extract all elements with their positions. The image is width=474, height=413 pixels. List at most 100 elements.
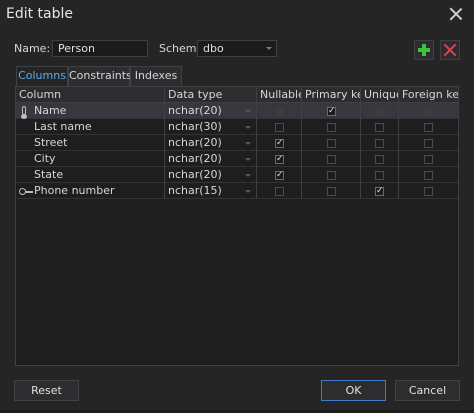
column-name-text: Name (34, 104, 67, 117)
key-icon (19, 185, 33, 197)
nullable-cell (257, 119, 302, 135)
data-type-cell[interactable]: nchar(15) (165, 183, 257, 199)
foreign-checkbox[interactable] (424, 139, 433, 148)
chevron-down-icon (245, 190, 251, 193)
column-name-cell[interactable]: City (16, 151, 165, 167)
nullable-checkbox[interactable] (275, 123, 284, 132)
table-row[interactable]: City nchar(20) ✓ (16, 151, 458, 167)
foreign-checkbox[interactable] (424, 107, 433, 116)
grid-header: Column Data type Nullable Primary key Un… (16, 87, 458, 103)
primary-checkbox[interactable] (327, 171, 336, 180)
table-row[interactable]: Name nchar(20) ✓ (16, 103, 458, 119)
data-type-cell[interactable]: nchar(30) (165, 119, 257, 135)
chevron-down-icon (245, 126, 251, 129)
primary-checkbox[interactable] (327, 187, 336, 196)
unique-cell (361, 167, 399, 183)
unique-checkbox[interactable] (375, 155, 384, 164)
header-foreign-key: Foreign key (402, 88, 458, 101)
foreign-cell (399, 183, 458, 199)
data-type-text: nchar(20) (168, 152, 222, 165)
foreign-cell (399, 167, 458, 183)
unique-cell: ✓ (361, 183, 399, 199)
primary-checkbox[interactable] (327, 155, 336, 164)
table-row[interactable]: Phone number nchar(15) ✓ (16, 183, 458, 199)
primary-cell: ✓ (302, 103, 361, 119)
unique-cell (361, 135, 399, 151)
nullable-cell: ✓ (257, 167, 302, 183)
data-type-cell[interactable]: nchar(20) (165, 167, 257, 183)
name-input[interactable]: Person (52, 40, 148, 57)
tab-columns[interactable]: Columns (16, 66, 68, 86)
add-column-button[interactable] (414, 40, 434, 60)
foreign-checkbox[interactable] (424, 123, 433, 132)
foreign-cell (399, 119, 458, 135)
unique-checkbox[interactable]: ✓ (375, 187, 384, 196)
data-type-cell[interactable]: nchar(20) (165, 151, 257, 167)
tab-indexes[interactable]: Indexes (130, 66, 182, 86)
ok-button[interactable]: OK (321, 380, 386, 401)
column-name-cell[interactable]: Phone number (16, 183, 165, 199)
tab-constraints[interactable]: Constraints (68, 66, 132, 86)
nullable-cell: ✓ (257, 151, 302, 167)
unique-checkbox[interactable] (375, 123, 384, 132)
column-name-cell[interactable]: Last name (16, 119, 165, 135)
data-type-text: nchar(20) (168, 136, 222, 149)
primary-cell (302, 135, 361, 151)
foreign-checkbox[interactable] (424, 171, 433, 180)
nullable-checkbox[interactable]: ✓ (275, 155, 284, 164)
unique-cell (361, 151, 399, 167)
reset-button[interactable]: Reset (14, 380, 79, 401)
nullable-checkbox[interactable]: ✓ (275, 139, 284, 148)
data-type-text: nchar(20) (168, 104, 222, 117)
chevron-down-icon (266, 47, 272, 50)
table-row[interactable]: Street nchar(20) ✓ (16, 135, 458, 151)
header-nullable: Nullable (257, 87, 302, 103)
primary-cell (302, 119, 361, 135)
primary-checkbox[interactable]: ✓ (327, 107, 336, 116)
cancel-button[interactable]: Cancel (395, 380, 460, 401)
primary-cell (302, 183, 361, 199)
name-label: Name: (14, 42, 51, 55)
data-type-text: nchar(15) (168, 184, 222, 197)
table-row[interactable]: Last name nchar(30) (16, 119, 458, 135)
header-data-type: Data type (165, 87, 257, 103)
nullable-cell (257, 103, 302, 119)
unique-cell (361, 119, 399, 135)
chevron-down-icon (245, 110, 251, 113)
column-name-text: State (34, 168, 64, 181)
plus-icon (418, 44, 430, 56)
column-name-text: Phone number (34, 184, 115, 197)
nullable-checkbox[interactable] (275, 107, 284, 116)
columns-panel: Column Data type Nullable Primary key Un… (15, 86, 459, 366)
close-icon[interactable] (446, 4, 466, 24)
column-name-text: Last name (34, 120, 92, 133)
schema-select[interactable]: dbo (197, 40, 277, 57)
column-name-cell[interactable]: Name (16, 103, 165, 119)
data-type-cell[interactable]: nchar(20) (165, 135, 257, 151)
data-type-cell[interactable]: nchar(20) (165, 103, 257, 119)
title-bar: Edit table (0, 0, 474, 32)
column-name-text: City (34, 152, 56, 165)
foreign-cell (399, 151, 458, 167)
foreign-checkbox[interactable] (424, 187, 433, 196)
schema-value: dbo (203, 42, 224, 55)
column-name-cell[interactable]: State (16, 167, 165, 183)
foreign-checkbox[interactable] (424, 155, 433, 164)
nullable-cell (257, 183, 302, 199)
table-row[interactable]: State nchar(20) ✓ (16, 167, 458, 183)
unique-checkbox[interactable] (375, 139, 384, 148)
header-unique: Unique (361, 87, 399, 103)
nullable-checkbox[interactable] (275, 187, 284, 196)
x-icon (443, 43, 457, 57)
primary-checkbox[interactable] (327, 139, 336, 148)
unique-checkbox[interactable] (375, 171, 384, 180)
nullable-checkbox[interactable]: ✓ (275, 171, 284, 180)
foreign-cell (399, 103, 458, 119)
unique-checkbox[interactable] (375, 107, 384, 116)
window-title: Edit table (6, 6, 74, 22)
column-name-cell[interactable]: Street (16, 135, 165, 151)
delete-column-button[interactable] (440, 40, 460, 60)
chevron-down-icon (245, 158, 251, 161)
primary-checkbox[interactable] (327, 123, 336, 132)
column-name-text: Street (34, 136, 68, 149)
